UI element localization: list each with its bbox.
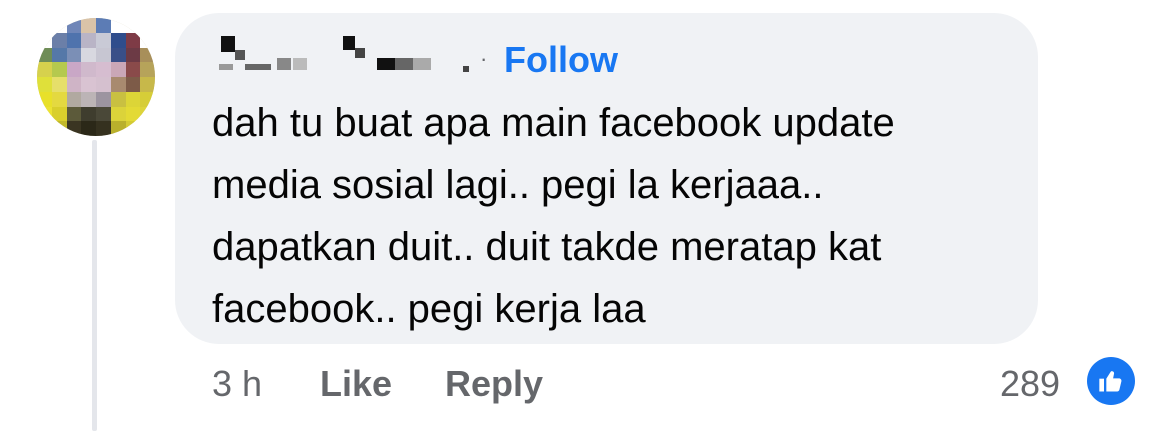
avatar[interactable] <box>37 18 155 136</box>
separator-dot: · <box>480 46 488 71</box>
comment-line: media sosial lagi.. pegi la kerjaaa.. <box>212 163 824 207</box>
follow-button[interactable]: Follow <box>504 38 618 82</box>
comment-line: facebook.. pegi kerja laa <box>212 287 646 331</box>
thumbs-up-icon[interactable] <box>1087 357 1135 405</box>
reply-button[interactable]: Reply <box>445 362 543 406</box>
like-button[interactable]: Like <box>320 362 392 406</box>
reaction-count[interactable]: 289 <box>1000 362 1060 406</box>
comment-text: dah tu buat apa main facebook update med… <box>212 92 1012 340</box>
reply-thread-line <box>92 140 97 431</box>
comment-timestamp[interactable]: 3 h <box>212 362 262 406</box>
comment-line: dah tu buat apa main facebook update <box>212 101 895 145</box>
comment-line: dapatkan duit.. duit takde meratap kat <box>212 225 882 269</box>
author-name-redacted[interactable] <box>217 36 482 76</box>
